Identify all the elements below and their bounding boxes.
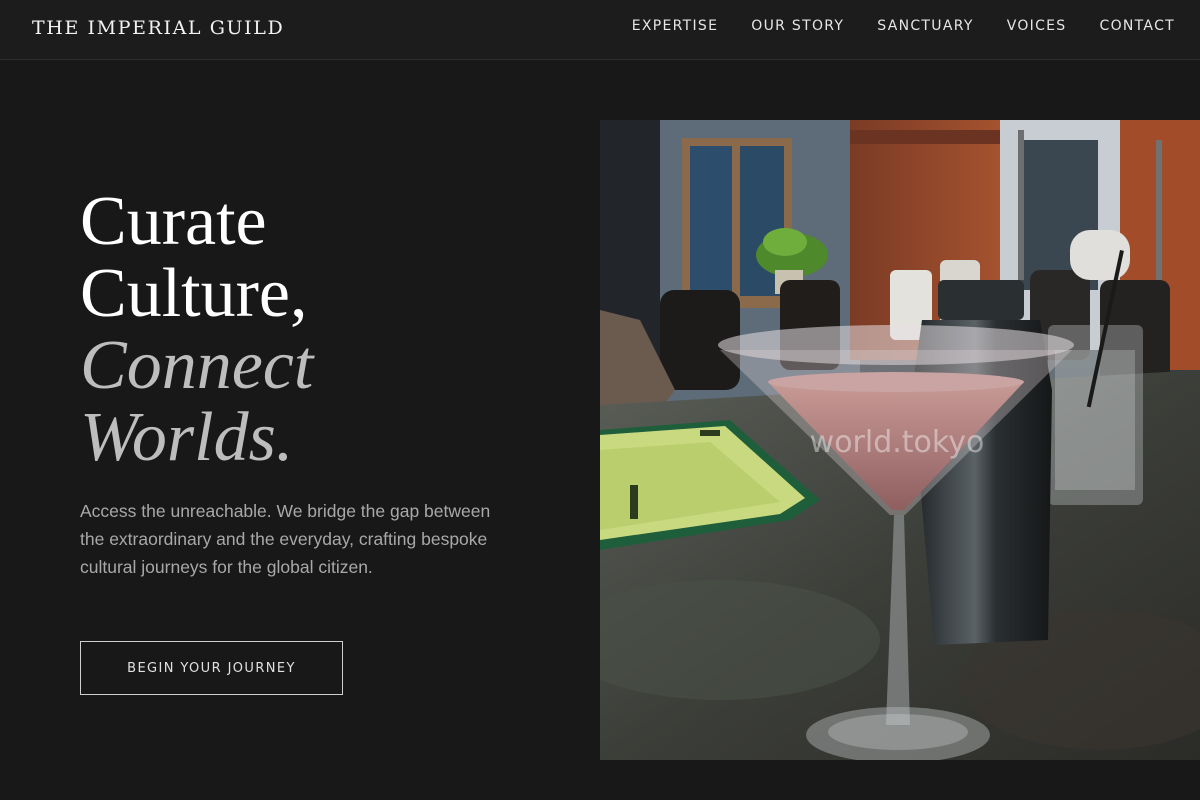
hero-title-accent-line-2: Worlds. xyxy=(80,399,294,476)
hero-title-line-2: Culture, xyxy=(80,255,308,332)
nav-link-contact[interactable]: CONTACT xyxy=(1100,18,1176,34)
logo[interactable]: THE IMPERIAL GUILD xyxy=(32,17,284,39)
nav-link-voices[interactable]: VOICES xyxy=(1007,18,1067,34)
site-header: THE IMPERIAL GUILD EXPERTISE OUR STORY S… xyxy=(0,0,1200,60)
hero-image: world.tokyo xyxy=(600,120,1200,760)
main-nav: EXPERTISE OUR STORY SANCTUARY VOICES CON… xyxy=(632,18,1175,34)
cocktail-photo: world.tokyo xyxy=(600,120,1200,760)
hero-title: Curate Culture, Connect Worlds. xyxy=(80,186,313,474)
nav-link-expertise[interactable]: EXPERTISE xyxy=(632,18,719,34)
begin-journey-button[interactable]: BEGIN YOUR JOURNEY xyxy=(80,641,343,695)
nav-link-sanctuary[interactable]: SANCTUARY xyxy=(877,18,973,34)
hero-title-accent-line-1: Connect xyxy=(80,327,314,404)
image-watermark: world.tokyo xyxy=(810,425,985,460)
hero-description: Access the unreachable. We bridge the ga… xyxy=(80,501,491,577)
nav-link-our-story[interactable]: OUR STORY xyxy=(751,18,844,34)
hero-title-line-1: Curate xyxy=(80,183,267,260)
